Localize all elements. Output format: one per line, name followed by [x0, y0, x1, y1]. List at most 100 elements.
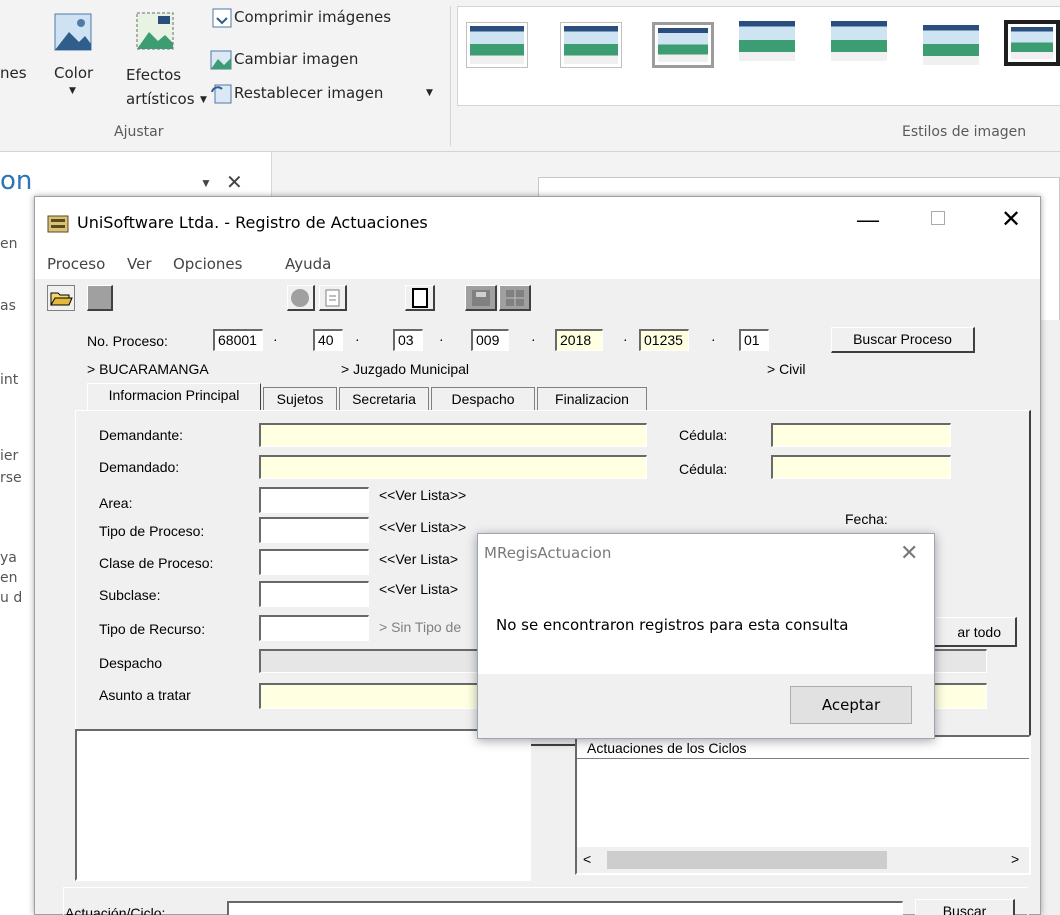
clase-proceso-field[interactable] [259, 549, 369, 575]
maximize-icon[interactable] [931, 211, 945, 225]
despacho-label: Despacho [99, 655, 163, 671]
actuaciones-list[interactable] [75, 729, 531, 881]
side-fragment: u d [0, 590, 23, 606]
buscar-button[interactable]: Buscar [915, 899, 1015, 915]
proceso-label: No. Proceso: [87, 333, 168, 349]
sin-tipo-label: > Sin Tipo de [379, 619, 462, 635]
tab-secretaria[interactable]: Secretaria [339, 387, 429, 411]
ribbon-separator [450, 6, 451, 146]
proceso-sep: · [273, 331, 278, 347]
change-image-label: Cambiar imagen [234, 50, 359, 68]
ribbon-cut-label: nes [0, 64, 27, 82]
document-scrollbar[interactable] [1038, 320, 1060, 915]
close-icon[interactable]: ✕ [226, 170, 243, 195]
area-field[interactable] [259, 487, 369, 513]
save-button[interactable] [465, 285, 497, 311]
compress-label: Comprimir imágenes [234, 8, 392, 26]
subclase-label: Subclase: [99, 587, 161, 603]
tab-sujetos[interactable]: Sujetos [263, 387, 337, 411]
side-fragment: ya [0, 550, 17, 566]
tipo-recurso-field[interactable] [259, 615, 369, 641]
compress-images-button[interactable]: Comprimir imágenes [212, 6, 442, 30]
change-image-button[interactable]: Cambiar imagen [210, 48, 430, 72]
scrollbar-thumb[interactable] [607, 851, 887, 869]
scroll-left-icon[interactable]: < [583, 851, 591, 867]
open-folder-button[interactable] [47, 285, 75, 311]
actuacion-field[interactable] [227, 901, 903, 915]
artistic-effects-button[interactable]: Efectos artísticos ▼ [118, 6, 208, 116]
ver-lista-link[interactable]: <<Ver Lista> [379, 581, 458, 597]
city-label: > BUCARAMANGA [87, 361, 209, 377]
demandante-field[interactable] [259, 423, 647, 447]
proceso-part-5[interactable]: 2018 [555, 329, 603, 351]
subclase-field[interactable] [259, 581, 369, 607]
picture-style-5[interactable] [828, 18, 890, 64]
toolbar-button[interactable] [87, 285, 113, 311]
horizontal-scrollbar[interactable]: < > [577, 847, 1029, 873]
color-button[interactable]: Color ▼ [51, 12, 101, 96]
adjust-group-label: Ajustar [114, 124, 164, 140]
cedula-label: Cédula: [679, 461, 728, 477]
chevron-down-icon[interactable]: ▼ [200, 176, 212, 190]
buscar-proceso-button[interactable]: Buscar Proceso [831, 327, 975, 353]
new-page-icon [412, 288, 428, 308]
app-icon [47, 215, 69, 233]
cedula-demandante-field[interactable] [771, 423, 951, 447]
tab-finalizacion[interactable]: Finalizacion [537, 387, 647, 411]
fecha-label: Fecha: [845, 511, 888, 527]
menu-ayuda[interactable]: Ayuda [285, 255, 331, 273]
side-fragment: rse [0, 470, 22, 486]
tab-informacion-principal[interactable]: Informacion Principal [87, 383, 261, 411]
menu-bar: Proceso Ver Opciones Ayuda [35, 251, 1040, 279]
ciclos-header: Actuaciones de los Ciclos [577, 737, 1029, 759]
picture-style-2[interactable] [560, 22, 622, 68]
reset-image-button[interactable]: Restablecer imagen ▼ [210, 82, 450, 106]
side-fragment: en [0, 570, 18, 586]
area-label: Area: [99, 495, 133, 511]
effects-label-1: Efectos [126, 66, 182, 84]
tipo-proceso-field[interactable] [259, 517, 369, 543]
proceso-part-4[interactable]: 009 [471, 329, 509, 351]
picture-style-6[interactable] [920, 22, 982, 68]
cedula-label: Cédula: [679, 427, 728, 443]
open-folder-icon [50, 292, 73, 306]
chevron-down-icon: ▼ [200, 95, 207, 105]
minimize-icon[interactable]: — [857, 207, 879, 233]
menu-opciones[interactable]: Opciones [173, 255, 242, 273]
menu-proceso[interactable]: Proceso [47, 255, 105, 273]
demandado-field[interactable] [259, 455, 647, 479]
ciclos-list[interactable]: Actuaciones de los Ciclos < > [575, 735, 1031, 875]
cedula-demandado-field[interactable] [771, 455, 951, 479]
proceso-part-1[interactable]: 68001 [213, 329, 263, 351]
ver-lista-link[interactable]: <<Ver Lista>> [379, 487, 466, 503]
picture-style-1[interactable] [466, 22, 528, 68]
save-icon [472, 290, 490, 306]
demandado-label: Demandado: [99, 459, 180, 475]
chevron-down-icon: ▼ [69, 86, 76, 96]
demandante-label: Demandante: [99, 427, 184, 443]
proceso-part-3[interactable]: 03 [393, 329, 423, 351]
proceso-sep: · [623, 331, 628, 347]
proceso-part-7[interactable]: 01 [739, 329, 769, 351]
menu-ver[interactable]: Ver [127, 255, 152, 273]
court-label: > Juzgado Municipal [341, 361, 470, 377]
proceso-sep: · [439, 331, 444, 347]
aceptar-button[interactable]: Aceptar [790, 686, 912, 724]
proceso-part-6[interactable]: 01235 [639, 329, 689, 351]
document-button[interactable] [319, 285, 347, 311]
title-bar: UniSoftware Ltda. - Registro de Actuacio… [35, 197, 1040, 251]
record-button[interactable] [287, 285, 315, 311]
reset-image-label: Restablecer imagen [234, 84, 384, 102]
ver-lista-link[interactable]: <<Ver Lista>> [379, 519, 466, 535]
scroll-right-icon[interactable]: > [1011, 851, 1019, 867]
close-window-icon[interactable]: ✕ [1001, 205, 1021, 234]
picture-style-7[interactable] [1004, 20, 1060, 66]
dialog-close-icon[interactable]: ✕ [900, 540, 918, 566]
new-record-button[interactable] [405, 285, 435, 311]
grid-button[interactable] [499, 285, 531, 311]
picture-style-4[interactable] [736, 18, 798, 64]
proceso-part-2[interactable]: 40 [313, 329, 343, 351]
ver-lista-link[interactable]: <<Ver Lista> [379, 551, 458, 567]
picture-style-3[interactable] [652, 22, 714, 68]
tab-despacho[interactable]: Despacho [431, 387, 535, 411]
